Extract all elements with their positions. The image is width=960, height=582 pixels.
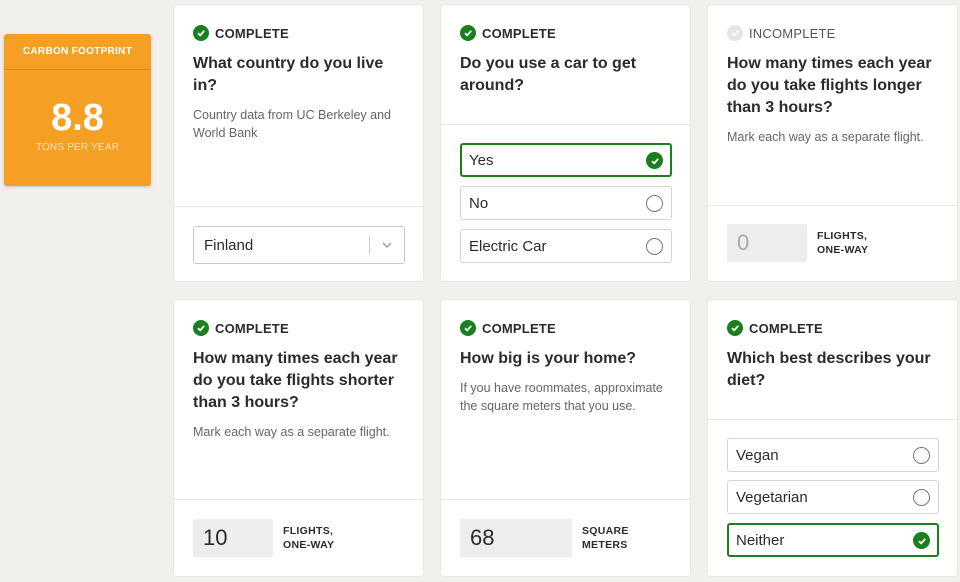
home-size-input[interactable]: 68 <box>460 519 572 557</box>
score-value: 8.8 <box>51 97 104 139</box>
long-flights-input[interactable]: 0 <box>727 224 807 262</box>
divider <box>174 499 423 500</box>
unit-label: FLIGHTS, ONE-WAY <box>817 230 869 256</box>
check-circle-icon <box>727 25 743 41</box>
option-neither[interactable]: Neither <box>727 523 939 557</box>
check-circle-icon <box>460 320 476 336</box>
question-text: How big is your home? <box>460 350 637 367</box>
hint-text: If you have roommates, approximate the s… <box>460 381 663 413</box>
long-flights-input-row: 0 FLIGHTS, ONE-WAY <box>727 224 868 262</box>
option-electric-car[interactable]: Electric Car <box>460 229 672 263</box>
status-incomplete: INCOMPLETE <box>727 25 939 41</box>
option-label: Vegan <box>736 446 779 464</box>
radio-empty-icon <box>913 489 930 506</box>
carbon-footprint-score: CARBON FOOTPRINT 8.8 TONS PER YEAR <box>4 34 151 186</box>
status-complete: COMPLETE <box>193 320 405 336</box>
carbon-calculator: CARBON FOOTPRINT 8.8 TONS PER YEAR COMPL… <box>0 0 960 582</box>
radio-empty-icon <box>646 195 663 212</box>
divider <box>708 419 957 420</box>
status-complete: COMPLETE <box>460 25 672 41</box>
divider <box>441 499 690 500</box>
long-flights-card: INCOMPLETE How many times each year do y… <box>708 5 957 281</box>
check-circle-icon <box>460 25 476 41</box>
home-size-input-row: 68 SQUARE METERS <box>460 519 629 557</box>
check-circle-icon <box>913 532 930 549</box>
country-select-value: Finland <box>204 236 254 254</box>
car-card: COMPLETE Do you use a car to get around?… <box>441 5 690 281</box>
option-no[interactable]: No <box>460 186 672 220</box>
score-title: CARBON FOOTPRINT <box>4 34 151 70</box>
question-text: How many times each year do you take fli… <box>727 55 932 116</box>
short-flights-input[interactable]: 10 <box>193 519 273 557</box>
score-unit: TONS PER YEAR <box>35 142 120 153</box>
country-card: COMPLETE What country do you live in? Co… <box>174 5 423 281</box>
short-flights-card: COMPLETE How many times each year do you… <box>174 300 423 576</box>
divider <box>441 124 690 125</box>
option-yes[interactable]: Yes <box>460 143 672 177</box>
divider <box>708 205 957 206</box>
status-label: COMPLETE <box>749 320 823 336</box>
status-complete: COMPLETE <box>460 320 672 336</box>
option-label: Vegetarian <box>736 488 808 506</box>
option-label: Yes <box>469 151 494 169</box>
home-card: COMPLETE How big is your home? If you ha… <box>441 300 690 576</box>
unit-label: FLIGHTS, ONE-WAY <box>283 525 335 551</box>
status-label: INCOMPLETE <box>749 25 836 41</box>
status-label: COMPLETE <box>482 320 556 336</box>
hint-text: Country data from UC Berkeley and World … <box>193 108 392 140</box>
status-label: COMPLETE <box>482 25 556 41</box>
diet-card: COMPLETE Which best describes your diet?… <box>708 300 957 576</box>
status-complete: COMPLETE <box>193 25 405 41</box>
status-label: COMPLETE <box>215 25 289 41</box>
question-text: How many times each year do you take fli… <box>193 350 398 411</box>
question-text: Do you use a car to get around? <box>460 55 637 94</box>
unit-label: SQUARE METERS <box>582 525 629 551</box>
option-label: Electric Car <box>469 237 547 255</box>
hint-text: Mark each way as a separate flight. <box>727 130 924 144</box>
short-flights-input-row: 10 FLIGHTS, ONE-WAY <box>193 519 334 557</box>
check-circle-icon <box>646 152 663 169</box>
divider <box>174 206 423 207</box>
radio-empty-icon <box>913 447 930 464</box>
question-text: What country do you live in? <box>193 55 384 94</box>
option-label: Neither <box>736 531 785 549</box>
check-circle-icon <box>193 320 209 336</box>
option-vegan[interactable]: Vegan <box>727 438 939 472</box>
option-vegetarian[interactable]: Vegetarian <box>727 480 939 514</box>
check-circle-icon <box>727 320 743 336</box>
country-select[interactable]: Finland <box>193 226 405 264</box>
hint-text: Mark each way as a separate flight. <box>193 425 390 439</box>
status-complete: COMPLETE <box>727 320 939 336</box>
status-label: COMPLETE <box>215 320 289 336</box>
radio-empty-icon <box>646 238 663 255</box>
check-circle-icon <box>193 25 209 41</box>
question-text: Which best describes your diet? <box>727 350 931 389</box>
select-separator <box>369 236 370 254</box>
option-label: No <box>469 194 489 212</box>
chevron-down-icon <box>382 242 392 248</box>
